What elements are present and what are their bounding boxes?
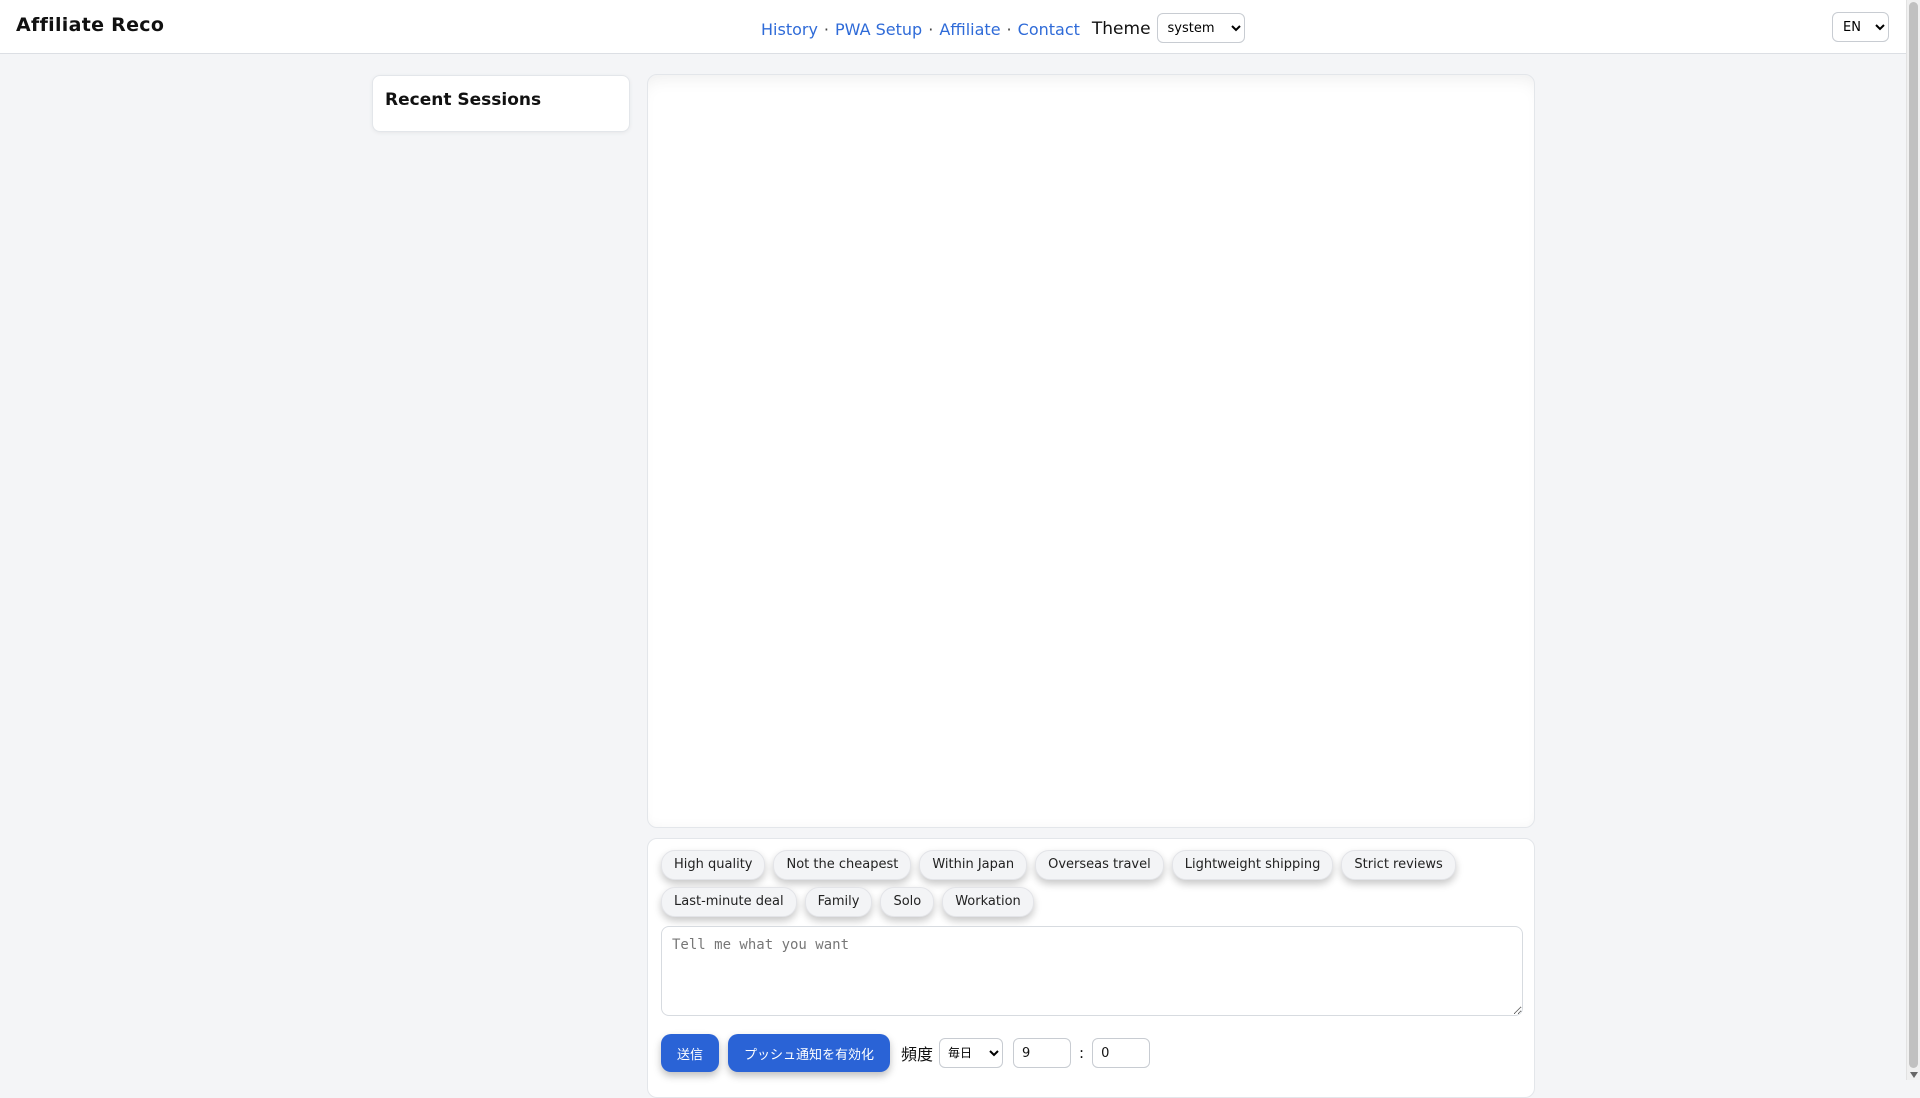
composer-controls: 送信 プッシュ通知を有効化 頻度 毎日 : [661, 1034, 1151, 1072]
recent-sessions-title: Recent Sessions [385, 90, 542, 110]
message-input[interactable] [661, 926, 1523, 1016]
suggestion-chips-row-2: Last-minute deal Family Solo Workation [661, 887, 1034, 917]
send-button[interactable]: 送信 [661, 1034, 720, 1072]
frequency-select[interactable]: 毎日 [939, 1038, 1004, 1068]
nav-separator: · [1006, 19, 1012, 39]
chip-overseas-travel[interactable]: Overseas travel [1035, 850, 1164, 880]
composer-panel: High quality Not the cheapest Within Jap… [647, 838, 1535, 1098]
recent-sessions-panel: Recent Sessions [372, 75, 630, 132]
chip-solo[interactable]: Solo [880, 887, 935, 917]
scroll-down-arrow-icon[interactable] [1910, 1072, 1918, 1078]
nav-separator: · [823, 19, 830, 39]
chip-family[interactable]: Family [804, 887, 873, 917]
theme-select[interactable]: system [1156, 13, 1245, 43]
nav-link-history[interactable]: History [761, 20, 818, 39]
chat-messages-panel [647, 74, 1535, 828]
theme-label: Theme [1091, 19, 1151, 39]
chip-not-the-cheapest[interactable]: Not the cheapest [773, 850, 912, 880]
time-separator: : [1079, 1044, 1085, 1062]
frequency-label: 頻度 [901, 1045, 934, 1064]
chip-high-quality[interactable]: High quality [661, 850, 766, 880]
chip-within-japan[interactable]: Within Japan [919, 850, 1028, 880]
nav-link-affiliate[interactable]: Affiliate [939, 20, 1000, 39]
page-scrollbar[interactable] [1906, 0, 1920, 1080]
language-select[interactable]: EN [1832, 12, 1889, 42]
hour-input[interactable] [1013, 1038, 1072, 1068]
app-brand[interactable]: Affiliate Reco [16, 14, 164, 36]
minute-input[interactable] [1092, 1038, 1151, 1068]
top-bar: Affiliate Reco History · PWA Setup · Aff… [0, 0, 1906, 54]
chip-last-minute-deal[interactable]: Last-minute deal [661, 887, 797, 917]
chip-workation[interactable]: Workation [942, 887, 1034, 917]
main-nav: History · PWA Setup · Affiliate · Contac… [761, 13, 1245, 44]
chip-strict-reviews[interactable]: Strict reviews [1341, 850, 1456, 880]
nav-link-pwa-setup[interactable]: PWA Setup [835, 20, 922, 39]
chip-lightweight-shipping[interactable]: Lightweight shipping [1171, 850, 1334, 880]
scrollbar-thumb[interactable] [1909, 2, 1918, 1068]
suggestion-chips-row-1: High quality Not the cheapest Within Jap… [661, 850, 1456, 880]
enable-push-button[interactable]: プッシュ通知を有効化 [728, 1034, 891, 1072]
nav-separator: · [928, 19, 934, 39]
nav-link-contact[interactable]: Contact [1018, 20, 1080, 39]
